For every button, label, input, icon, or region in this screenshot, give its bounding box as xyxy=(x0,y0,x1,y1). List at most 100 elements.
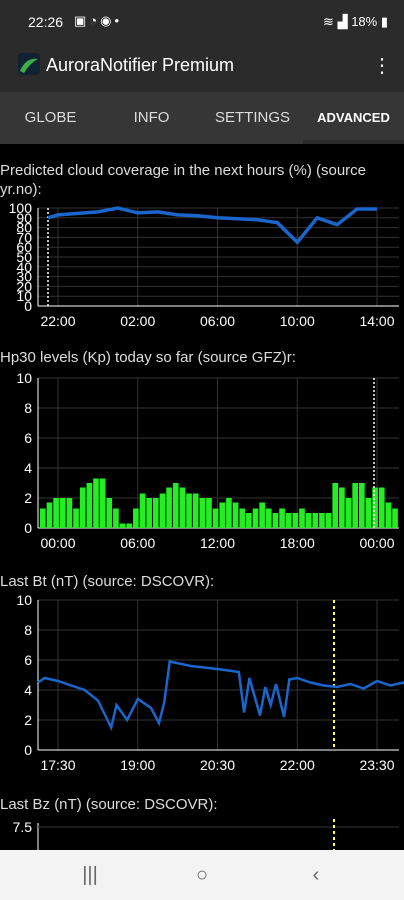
hp30-bar xyxy=(292,513,299,528)
hp30-bar xyxy=(312,513,319,528)
tab-globe[interactable]: GLOBE xyxy=(0,92,101,144)
cloud-chart-title: Predicted cloud coverage in the next hou… xyxy=(0,162,367,198)
battery-percent: 18% xyxy=(351,14,378,29)
bz-y-tick-label: 7.5 xyxy=(13,819,33,835)
tab-settings[interactable]: SETTINGS xyxy=(202,92,303,144)
hp30-bar xyxy=(93,478,99,528)
hp30-bar xyxy=(179,487,186,528)
hp30-bar xyxy=(99,478,106,528)
hp30-bar xyxy=(126,523,133,528)
hp30-bar xyxy=(186,493,192,528)
wifi-icon: ≋ xyxy=(323,14,334,29)
notification-icons: ▣◔◉• xyxy=(74,13,123,28)
hp30-bar xyxy=(86,483,93,528)
clock: 22:26 xyxy=(28,14,64,30)
back-icon[interactable]: ‹ xyxy=(296,862,336,888)
hp30-bar xyxy=(133,508,139,528)
cloud-x-tick-label: 06:00 xyxy=(200,313,235,329)
app-title: AuroraNotifier Premium xyxy=(46,55,235,75)
bt-x-tick-label: 19:00 xyxy=(120,757,155,773)
status-bar: 22:26 ▣◔◉• ≋ ▟ 18% ▮ xyxy=(0,0,404,44)
hp30-bar xyxy=(192,493,199,528)
cloud-x-tick-label: 02:00 xyxy=(120,313,155,329)
hp30-bar xyxy=(59,498,66,528)
hp30-bar xyxy=(106,498,113,528)
bz-chart-title: Last Bz (nT) (source: DSCOVR): xyxy=(0,796,218,813)
hp30-bar xyxy=(226,498,232,528)
bt-y-tick-label: 8 xyxy=(24,622,32,638)
hp30-y-tick-label: 10 xyxy=(16,370,32,386)
hp30-bar xyxy=(232,502,239,528)
tab-info[interactable]: INFO xyxy=(101,92,202,144)
bt-y-tick-label: 2 xyxy=(24,712,32,728)
signal-icon: ▟ xyxy=(337,14,348,29)
hp30-bar xyxy=(252,508,259,528)
hp30-bar xyxy=(139,493,146,528)
bt-y-tick-label: 0 xyxy=(24,742,32,758)
system-nav-bar: ||| ○ ‹ xyxy=(0,850,404,900)
hp30-chart-title: Hp30 levels (Kp) today so far (source GF… xyxy=(0,349,296,366)
hp30-bar xyxy=(272,513,279,528)
hp30-x-tick-label: 00:00 xyxy=(40,535,75,551)
cloud-x-tick-label: 22:00 xyxy=(40,313,75,329)
hp30-bar xyxy=(113,508,119,528)
hp30-bar xyxy=(365,498,372,528)
hp30-bar xyxy=(219,502,226,528)
hp30-bar xyxy=(206,498,212,528)
hp30-bar xyxy=(246,513,252,528)
cloud-x-tick-label: 14:00 xyxy=(359,313,394,329)
overflow-menu-icon[interactable]: ⋮ xyxy=(372,51,392,81)
bt-chart: 0 2 4 6 8 10 17:30 19:00 20:30 22:00 23:30 xyxy=(16,592,404,773)
hp30-bar xyxy=(46,502,53,528)
hp30-bar xyxy=(392,508,398,528)
hp30-bar xyxy=(199,498,206,528)
charts-scroll-area[interactable]: Predicted cloud coverage in the next hou… xyxy=(0,144,404,850)
hp30-bar xyxy=(159,493,166,528)
cloud-coverage-chart: 010203040506070809010022:00 02:00 06:00 10:… xyxy=(9,200,399,329)
hp30-bar xyxy=(285,513,292,528)
hp30-bar xyxy=(305,513,312,528)
hp30-bar xyxy=(172,483,179,528)
hp30-x-tick-label: 00:00 xyxy=(359,535,394,551)
bt-x-tick-label: 20:30 xyxy=(200,757,235,773)
hp30-x-tick-label: 18:00 xyxy=(280,535,315,551)
home-icon[interactable]: ○ xyxy=(182,862,222,888)
hp30-bar xyxy=(372,487,378,528)
hp30-bar xyxy=(332,483,339,528)
hp30-bar xyxy=(319,513,325,528)
hp30-bar xyxy=(279,508,285,528)
hp30-bar xyxy=(359,483,365,528)
hp30-chart: 0 2 4 6 8 10 00:00 06:00 12:00 18:00 00:00 xyxy=(16,370,399,551)
tab-bar: GLOBE INFO SETTINGS ADVANCED xyxy=(0,92,404,144)
hp30-bar xyxy=(212,508,219,528)
hp30-bar xyxy=(325,513,332,528)
hp30-bar xyxy=(299,508,305,528)
hp30-bar xyxy=(239,508,246,528)
bt-y-tick-label: 4 xyxy=(24,682,32,698)
app-bar: AuroraNotifier Premium ⋮ xyxy=(0,44,404,92)
tab-advanced[interactable]: ADVANCED xyxy=(303,92,404,144)
hp30-y-tick-label: 0 xyxy=(24,520,32,536)
hp30-bar xyxy=(265,508,272,528)
hp30-bar xyxy=(339,487,345,528)
bt-x-tick-label: 22:00 xyxy=(280,757,315,773)
hp30-bar xyxy=(166,487,172,528)
app-logo-icon xyxy=(18,53,40,75)
bt-y-tick-label: 10 xyxy=(16,592,32,608)
hp30-y-tick-label: 6 xyxy=(24,430,32,446)
hp30-x-tick-label: 06:00 xyxy=(120,535,155,551)
battery-icon: ▮ xyxy=(380,14,388,29)
hp30-y-tick-label: 2 xyxy=(24,490,32,506)
hp30-bar xyxy=(66,498,73,528)
hp30-bar xyxy=(79,487,86,528)
cloud-y-tick-label: 100 xyxy=(9,200,33,216)
hp30-bar xyxy=(146,498,152,528)
hp30-bar xyxy=(378,487,385,528)
recent-apps-icon[interactable]: ||| xyxy=(70,862,110,888)
cloud-x-tick-label: 10:00 xyxy=(280,313,315,329)
hp30-bar xyxy=(259,502,265,528)
hp30-bar xyxy=(73,508,79,528)
status-icons: ≋ ▟ 18% ▮ xyxy=(323,14,388,30)
hp30-bar xyxy=(345,498,352,528)
bt-chart-title: Last Bt (nT) (source: DSCOVR): xyxy=(0,573,215,590)
